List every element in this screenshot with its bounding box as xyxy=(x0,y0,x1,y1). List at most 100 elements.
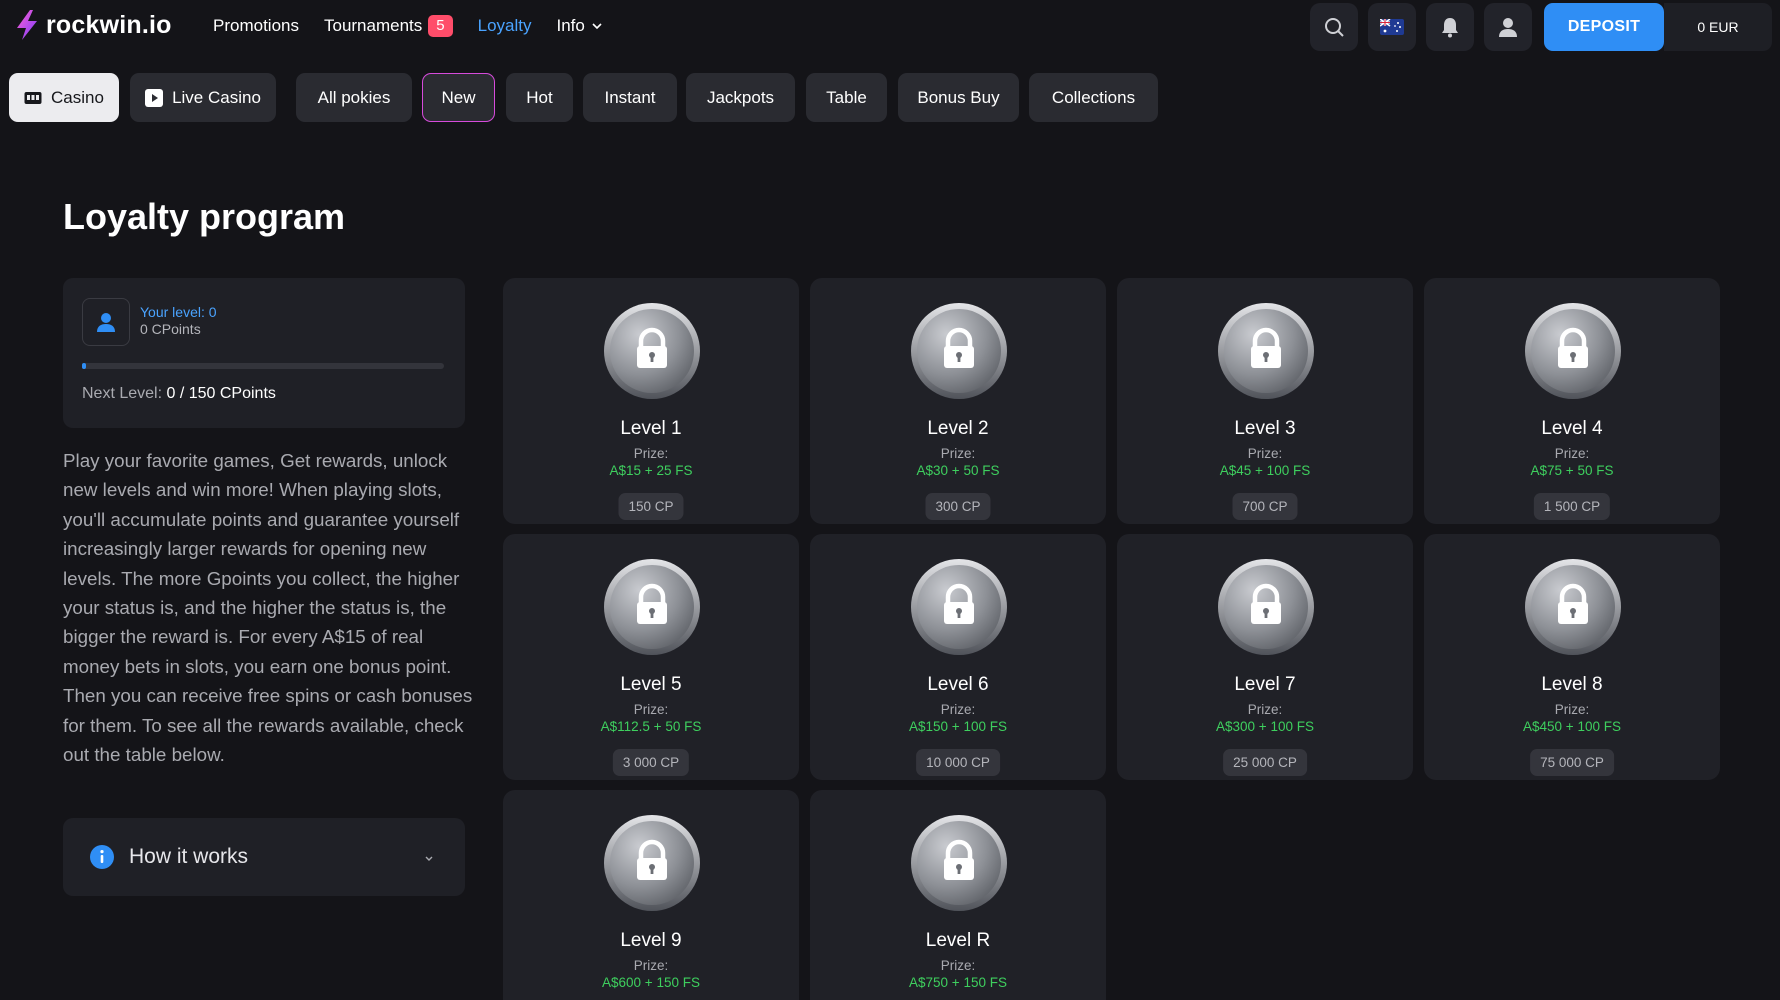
top-bar: rockwin.io Promotions Tournaments 5 Loya… xyxy=(0,0,1780,52)
prize-label: Prize: xyxy=(940,702,976,717)
next-level-value: 0 / 150 CPoints xyxy=(166,385,276,402)
prize-label: Prize: xyxy=(633,702,669,717)
casino-icon xyxy=(24,91,42,104)
logo[interactable]: rockwin.io xyxy=(14,9,172,41)
category-casino[interactable]: Casino xyxy=(9,73,119,122)
nav-tournaments-label: Tournaments xyxy=(323,16,423,35)
prize-label: Prize: xyxy=(1554,702,1590,717)
level-name: Level 3 xyxy=(1234,418,1296,439)
prize-label: Prize: xyxy=(940,958,976,973)
nav-loyalty[interactable]: Loyalty xyxy=(478,16,532,36)
category-bonus-buy[interactable]: Bonus Buy xyxy=(898,73,1019,122)
main-nav: Promotions Tournaments 5 Loyalty Info xyxy=(213,0,603,52)
lock-medal-icon xyxy=(1218,303,1314,399)
lock-medal-icon xyxy=(1218,559,1314,655)
lock-medal-icon xyxy=(911,303,1007,399)
prize-value: A$45 + 100 FS xyxy=(1219,463,1311,478)
level-name: Level 5 xyxy=(620,674,682,695)
category-all-pokies[interactable]: All pokies xyxy=(296,73,412,122)
prize-value: A$300 + 100 FS xyxy=(1216,719,1314,734)
page-title: Loyalty program xyxy=(63,196,346,237)
category-collections[interactable]: Collections xyxy=(1029,73,1158,122)
prize-label: Prize: xyxy=(633,958,669,973)
level-card[interactable]: Level 2 Prize: A$30 + 50 FS 300 CP xyxy=(810,278,1106,524)
user-icon xyxy=(1499,18,1517,37)
category-label: Jackpots xyxy=(706,87,775,107)
tournaments-count-badge: 5 xyxy=(428,15,453,37)
nav-info-label: Info xyxy=(556,16,585,35)
prize-value: A$450 + 100 FS xyxy=(1523,719,1621,734)
nav-loyalty-label: Loyalty xyxy=(477,16,532,35)
prize-value: A$30 + 50 FS xyxy=(916,463,1000,478)
cp-requirement-badge: 300 CP xyxy=(925,493,991,520)
next-level-text: Next Level: 0 / 150 CPoints xyxy=(82,385,276,403)
prize-label: Prize: xyxy=(1554,446,1590,461)
level-card[interactable]: Level 7 Prize: A$300 + 100 FS 25 000 CP xyxy=(1117,534,1413,780)
next-level-label: Next Level: xyxy=(82,385,163,402)
level-card[interactable]: Level 3 Prize: A$45 + 100 FS 700 CP xyxy=(1117,278,1413,524)
category-label: New xyxy=(441,87,476,107)
notifications-button[interactable] xyxy=(1426,3,1474,51)
level-name: Level 9 xyxy=(620,930,682,951)
info-icon xyxy=(90,845,114,869)
chevron-down-icon xyxy=(592,23,602,30)
category-label: Casino xyxy=(51,87,104,107)
cpoints-text: 0 CPoints xyxy=(140,321,201,337)
lock-medal-icon xyxy=(1525,559,1621,655)
lock-medal-icon xyxy=(911,815,1007,911)
level-card[interactable]: Level 4 Prize: A$75 + 50 FS 1 500 CP xyxy=(1424,278,1720,524)
balance-display[interactable]: 0 EUR xyxy=(1664,3,1772,51)
lock-medal-icon xyxy=(604,815,700,911)
deposit-button[interactable]: DEPOSIT xyxy=(1544,3,1664,51)
level-card[interactable]: Level 8 Prize: A$450 + 100 FS 75 000 CP xyxy=(1424,534,1720,780)
category-instant[interactable]: Instant xyxy=(583,73,677,122)
category-label: Collections xyxy=(1051,87,1136,107)
how-it-works-accordion[interactable]: How it works xyxy=(63,818,465,896)
category-jackpots[interactable]: Jackpots xyxy=(686,73,795,122)
category-new[interactable]: New xyxy=(422,73,495,122)
category-table[interactable]: Table xyxy=(806,73,887,122)
cp-requirement-badge: 700 CP xyxy=(1232,493,1298,520)
cp-requirement-badge: 75 000 CP xyxy=(1530,749,1614,776)
cp-requirement-badge: 150 CP xyxy=(618,493,684,520)
level-card[interactable]: Level 1 Prize: A$15 + 25 FS 150 CP xyxy=(503,278,799,524)
nav-tournaments[interactable]: Tournaments 5 xyxy=(324,15,453,37)
search-icon xyxy=(1325,18,1344,37)
nav-promotions-label: Promotions xyxy=(213,16,299,35)
level-name: Level 4 xyxy=(1541,418,1603,439)
prize-value: A$112.5 + 50 FS xyxy=(600,719,702,734)
cp-requirement-badge: 1 500 CP xyxy=(1533,493,1611,520)
level-name: Level R xyxy=(925,930,991,951)
nav-info[interactable]: Info xyxy=(556,16,602,36)
category-label: Table xyxy=(826,87,867,107)
category-live-casino[interactable]: Live Casino xyxy=(130,73,276,122)
lock-medal-icon xyxy=(604,559,700,655)
level-name: Level 8 xyxy=(1541,674,1603,695)
level-card[interactable]: Level R Prize: A$750 + 150 FS xyxy=(810,790,1106,1000)
level-card[interactable]: Level 9 Prize: A$600 + 150 FS xyxy=(503,790,799,1000)
lock-medal-icon xyxy=(1525,303,1621,399)
prize-value: A$600 + 150 FS xyxy=(602,975,700,990)
level-card[interactable]: Level 5 Prize: A$112.5 + 50 FS 3 000 CP xyxy=(503,534,799,780)
prize-value: A$75 + 50 FS xyxy=(1530,463,1614,478)
au-flag-icon xyxy=(1380,19,1404,35)
category-hot[interactable]: Hot xyxy=(506,73,573,122)
nav-promotions[interactable]: Promotions xyxy=(213,16,299,36)
prize-label: Prize: xyxy=(633,446,669,461)
level-name: Level 6 xyxy=(927,674,989,695)
level-name: Level 2 xyxy=(927,418,989,439)
your-level-text: Your level: 0 xyxy=(140,304,217,320)
level-card[interactable]: Level 6 Prize: A$150 + 100 FS 10 000 CP xyxy=(810,534,1106,780)
play-icon xyxy=(145,88,164,107)
search-button[interactable] xyxy=(1310,3,1358,51)
user-icon xyxy=(97,313,115,332)
prize-label: Prize: xyxy=(1247,446,1283,461)
cp-requirement-badge: 3 000 CP xyxy=(612,749,690,776)
prize-label: Prize: xyxy=(1247,702,1283,717)
profile-button[interactable] xyxy=(1484,3,1532,51)
category-label: Hot xyxy=(526,87,553,107)
chevron-down-icon xyxy=(425,856,433,861)
cp-requirement-badge: 25 000 CP xyxy=(1223,749,1307,776)
language-button[interactable] xyxy=(1368,3,1416,51)
avatar xyxy=(82,298,130,346)
